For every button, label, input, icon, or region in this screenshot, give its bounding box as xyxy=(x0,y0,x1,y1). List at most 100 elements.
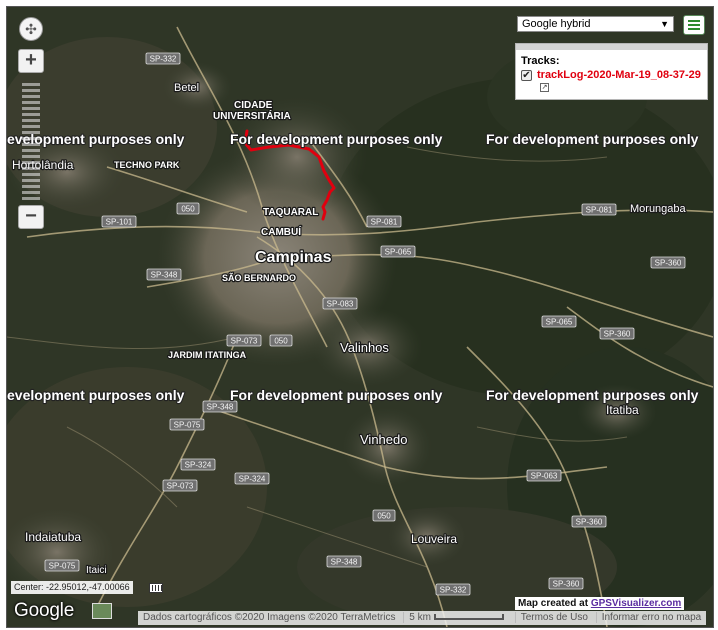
scale-label: 5 km xyxy=(409,612,431,623)
place-label-campinas: Campinas xyxy=(255,249,332,266)
road-label: SP-101 xyxy=(106,218,133,227)
road-label: SP-348 xyxy=(207,403,234,412)
gpsvisualizer-link[interactable]: GPSVisualizer.com xyxy=(591,598,681,609)
google-logo: Google xyxy=(14,600,75,621)
road-shield-sp083: SP-083 xyxy=(322,297,358,310)
menu-icon[interactable] xyxy=(683,15,705,35)
road-shield-sp360-b: SP-360 xyxy=(599,327,635,340)
center-coordinates: Center: -22.95012,-47.00066 xyxy=(11,581,133,594)
road-label: SP-081 xyxy=(586,206,613,215)
satellite-thumbnail-icon[interactable] xyxy=(92,603,112,619)
attribution-bar: Dados cartográficos ©2020 Imagens ©2020 … xyxy=(138,611,707,625)
road-shield-sp360-a: SP-360 xyxy=(650,256,686,269)
road-shield-sp324-a: SP-324 xyxy=(180,458,216,471)
road-label: SP-332 xyxy=(150,55,177,64)
map-frame[interactable]: SP-332 SP-101 050 SP-348 SP-081 SP-065 S… xyxy=(6,6,714,628)
road-label: SP-360 xyxy=(655,259,682,268)
road-shield-sp075-s: SP-075 xyxy=(44,559,80,572)
place-label-valinhos: Valinhos xyxy=(340,340,389,355)
road-shield-050-b: 050 xyxy=(269,334,293,347)
map-type-value: Google hybrid xyxy=(522,18,591,30)
zoom-slider[interactable] xyxy=(22,83,40,203)
road-shield-sp332-s: SP-332 xyxy=(435,583,471,596)
place-label-universitaria: UNIVERSITÁRIA xyxy=(213,109,291,122)
road-label: SP-324 xyxy=(185,461,212,470)
road-shield-sp360-c: SP-360 xyxy=(571,515,607,528)
road-shield-sp063: SP-063 xyxy=(526,469,562,482)
road-label: SP-073 xyxy=(167,482,194,491)
road-label: SP-360 xyxy=(576,518,603,527)
map-type-select[interactable]: Google hybrid ▼ xyxy=(517,16,674,32)
map-created-prefix: Map created at xyxy=(518,598,589,609)
tracks-panel-header-bar xyxy=(516,44,707,50)
road-label: SP-065 xyxy=(546,318,573,327)
zoom-in-icon[interactable]: + xyxy=(18,49,44,73)
place-label-techno-park: TECHNO PARK xyxy=(114,160,180,170)
road-label: 050 xyxy=(181,205,195,214)
road-shield-sp075: SP-075 xyxy=(169,418,205,431)
road-shield-sp065-c: SP-065 xyxy=(380,245,416,258)
place-label-taquaral: TAQUARAL xyxy=(263,207,318,218)
place-label-jardim-itatinga: JARDIM ITATINGA xyxy=(168,350,247,360)
tracks-title: Tracks: xyxy=(521,55,560,67)
road-shield-sp360-d: SP-360 xyxy=(548,577,584,590)
grid-icon[interactable] xyxy=(149,583,163,593)
road-shield-sp081-c: SP-081 xyxy=(366,215,402,228)
map-created-credit: Map created at GPSVisualizer.com xyxy=(515,597,685,610)
road-shield-sp073-b: SP-073 xyxy=(162,479,198,492)
road-shield-sp332-n: SP-332 xyxy=(145,52,181,65)
road-label: SP-065 xyxy=(385,248,412,257)
map-canvas[interactable]: SP-332 SP-101 050 SP-348 SP-081 SP-065 S… xyxy=(7,7,713,627)
road-label: SP-348 xyxy=(151,271,178,280)
road-shield-sp348-se: SP-348 xyxy=(326,555,362,568)
external-link-icon[interactable]: ↗ xyxy=(540,83,549,92)
road-shield-050-a: 050 xyxy=(176,202,200,215)
road-label: SP-332 xyxy=(440,586,467,595)
road-label: SP-075 xyxy=(174,421,201,430)
watermark-text: evelopment purposes only xyxy=(7,387,185,403)
road-shield-sp073-a: SP-073 xyxy=(226,334,262,347)
road-label: 050 xyxy=(274,337,288,346)
road-label: SP-324 xyxy=(239,475,266,484)
road-shield-050-c: 050 xyxy=(372,509,396,522)
place-label-louveira: Louveira xyxy=(411,532,457,546)
watermark-text: For development purposes only xyxy=(230,131,443,147)
place-label-indaiatuba: Indaiatuba xyxy=(25,530,81,544)
dropdown-arrow-icon: ▼ xyxy=(660,19,669,29)
road-shield-sp348-w: SP-348 xyxy=(146,268,182,281)
place-label-vinhedo: Vinhedo xyxy=(360,432,407,447)
tracks-panel: Tracks: ✔ trackLog-2020-Mar-19_08-37-29 … xyxy=(515,43,708,100)
track-visibility-checkbox[interactable]: ✔ xyxy=(521,70,532,81)
report-error-link[interactable]: Informar erro no mapa xyxy=(595,612,707,623)
compass-icon[interactable]: ✣ xyxy=(19,17,43,41)
road-label: SP-073 xyxy=(231,337,258,346)
place-label-cidade: CIDADE xyxy=(234,100,273,111)
road-shield-sp065-e: SP-065 xyxy=(541,315,577,328)
watermark-text: For development purposes only xyxy=(486,131,699,147)
terms-link[interactable]: Termos de Uso xyxy=(514,612,593,623)
road-shield-sp101: SP-101 xyxy=(101,215,137,228)
place-label-itaici: Itaici xyxy=(86,565,107,576)
road-label: SP-348 xyxy=(331,558,358,567)
attribution-data: Dados cartográficos ©2020 Imagens ©2020 … xyxy=(143,612,396,623)
scale-line xyxy=(433,614,504,621)
road-shield-sp081-e: SP-081 xyxy=(581,203,617,216)
place-label-sao-bernardo: SÃO BERNARDO xyxy=(222,273,296,283)
road-shield-sp324-b: SP-324 xyxy=(234,472,270,485)
road-label: SP-083 xyxy=(327,300,354,309)
place-label-betel: Betel xyxy=(174,82,199,94)
scale-bar: 5 km xyxy=(403,612,512,623)
road-label: SP-081 xyxy=(371,218,398,227)
watermark-text: For development purposes only xyxy=(486,387,699,403)
place-label-cambui: CAMBUÍ xyxy=(261,225,301,238)
zoom-out-icon[interactable]: − xyxy=(18,205,44,229)
road-label: SP-075 xyxy=(49,562,76,571)
track-name-link[interactable]: trackLog-2020-Mar-19_08-37-29 xyxy=(537,69,701,81)
watermark-text: For development purposes only xyxy=(230,387,443,403)
place-label-itatiba: Itatiba xyxy=(606,403,639,417)
road-label: SP-360 xyxy=(604,330,631,339)
place-label-morungaba: Morungaba xyxy=(630,203,687,215)
road-label: 050 xyxy=(377,512,391,521)
road-label: SP-360 xyxy=(553,580,580,589)
road-label: SP-063 xyxy=(531,472,558,481)
